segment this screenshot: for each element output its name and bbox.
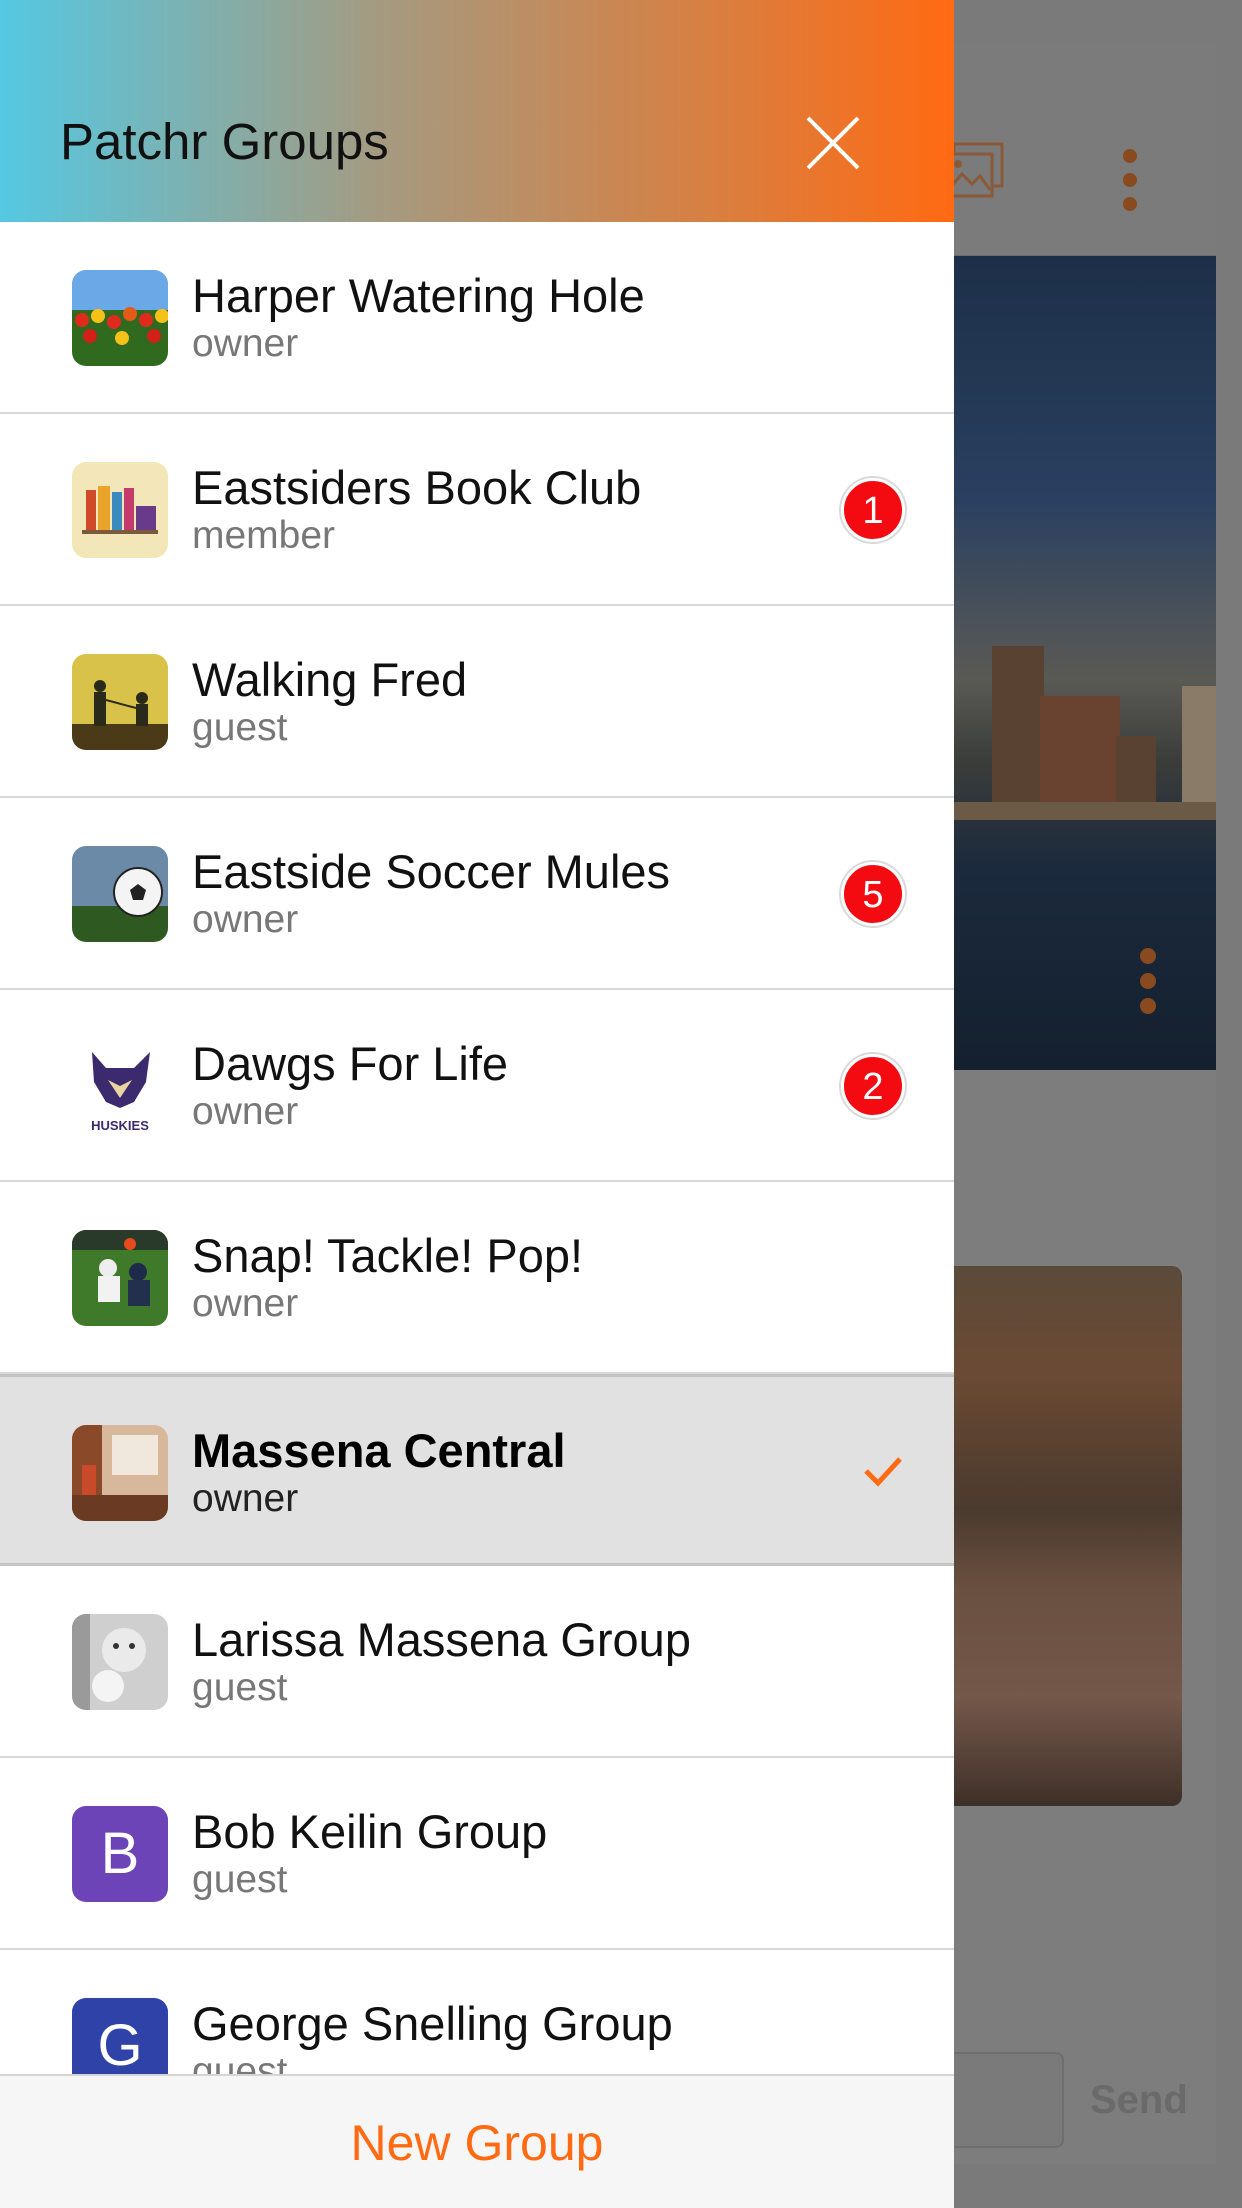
group-name: Walking Fred <box>192 653 468 706</box>
group-role: guest <box>192 1858 288 1901</box>
group-role: guest <box>192 706 288 749</box>
group-role: owner <box>192 1090 299 1133</box>
group-row[interactable]: Snap! Tackle! Pop! owner <box>0 1182 954 1374</box>
group-role: owner <box>192 1477 299 1520</box>
background-message-input <box>940 2052 1064 2148</box>
close-icon[interactable] <box>800 110 866 176</box>
group-role: member <box>192 514 336 557</box>
huskies-logo-avatar: HUSKIES <box>72 1038 168 1134</box>
group-role: guest <box>192 2050 288 2074</box>
groups-drawer: Patchr Groups Harper Watering Hole owner… <box>0 0 954 2208</box>
group-name: Eastside Soccer Mules <box>192 845 671 898</box>
group-row-selected[interactable]: Massena Central owner <box>0 1374 954 1566</box>
unread-badge: 1 <box>841 478 905 542</box>
background-photo <box>920 1266 1182 1806</box>
checkmark-icon <box>864 1457 902 1487</box>
football-avatar <box>72 1230 168 1326</box>
svg-text:HUSKIES: HUSKIES <box>91 1118 149 1133</box>
group-list[interactable]: Harper Watering Hole owner Eastsiders Bo… <box>0 222 954 2074</box>
group-row[interactable]: Walking Fred guest <box>0 606 954 798</box>
group-row[interactable]: HUSKIES Dawgs For Life owner 2 <box>0 990 954 1182</box>
group-name: Eastsiders Book Club <box>192 461 642 514</box>
baby-photo-avatar <box>72 1614 168 1710</box>
soccer-ball-avatar <box>72 846 168 942</box>
group-name: Harper Watering Hole <box>192 269 645 322</box>
unread-badge: 2 <box>841 1054 905 1118</box>
group-name: Larissa Massena Group <box>192 1613 691 1666</box>
unread-badge: 5 <box>841 862 905 926</box>
interior-avatar <box>72 1425 168 1521</box>
background-hero-image <box>920 256 1216 1070</box>
drawer-footer: New Group <box>0 2074 954 2208</box>
send-button: Send <box>1090 2078 1188 2122</box>
group-row[interactable]: Eastside Soccer Mules owner 5 <box>0 798 954 990</box>
group-role: owner <box>192 322 299 365</box>
group-row[interactable]: G George Snelling Group guest <box>0 1950 954 2074</box>
drawer-header: Patchr Groups <box>0 0 954 222</box>
tulip-field-avatar <box>72 270 168 366</box>
group-name: Massena Central <box>192 1424 566 1477</box>
group-row[interactable]: Larissa Massena Group guest <box>0 1566 954 1758</box>
group-role: owner <box>192 898 299 941</box>
group-name: Bob Keilin Group <box>192 1805 548 1858</box>
letter-avatar: B <box>72 1806 168 1902</box>
group-name: Snap! Tackle! Pop! <box>192 1229 584 1282</box>
group-role: guest <box>192 1666 288 1709</box>
more-vertical-icon <box>1123 149 1137 211</box>
letter-avatar: G <box>72 1998 168 2074</box>
group-name: Dawgs For Life <box>192 1037 509 1090</box>
group-row[interactable]: B Bob Keilin Group guest <box>0 1758 954 1950</box>
group-row[interactable]: Harper Watering Hole owner <box>0 222 954 414</box>
drawer-title: Patchr Groups <box>60 113 389 170</box>
group-row[interactable]: Eastsiders Book Club member 1 <box>0 414 954 606</box>
more-vertical-icon <box>1140 948 1156 1014</box>
dog-walking-avatar <box>72 654 168 750</box>
group-name: George Snelling Group <box>192 1997 673 2050</box>
new-group-button[interactable]: New Group <box>0 2076 954 2208</box>
group-role: owner <box>192 1282 299 1325</box>
book-club-avatar <box>72 462 168 558</box>
